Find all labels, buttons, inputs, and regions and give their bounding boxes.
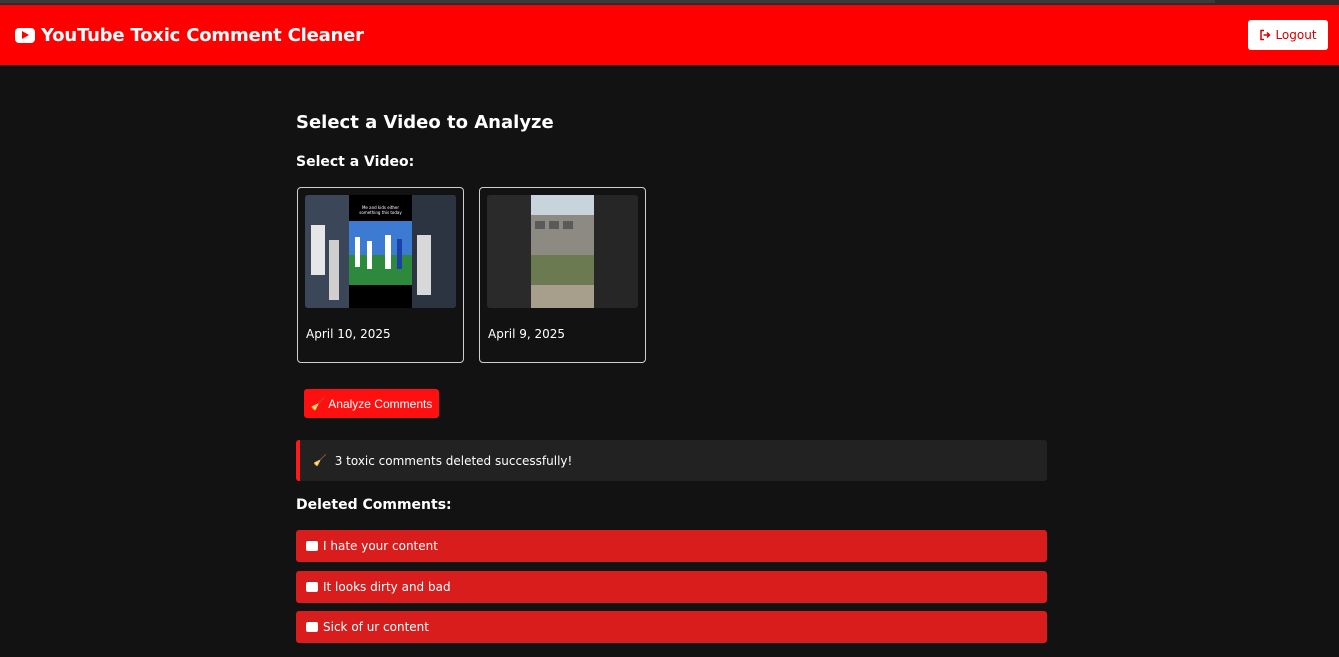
app-header: YouTube Toxic Comment Cleaner Logout bbox=[0, 5, 1339, 65]
deleted-comment-item: It looks dirty and bad bbox=[296, 570, 1047, 603]
success-alert: 🧹 3 toxic comments deleted successfully! bbox=[296, 440, 1047, 481]
logout-label: Logout bbox=[1275, 28, 1317, 42]
deleted-comment-item: Sick of ur content bbox=[296, 611, 1047, 643]
deleted-comment-text: I hate your content bbox=[323, 539, 438, 553]
alert-text: 3 toxic comments deleted successfully! bbox=[334, 453, 573, 468]
analyze-comments-button[interactable]: 🧹 Analyze Comments bbox=[304, 389, 439, 418]
logout-button[interactable]: Logout bbox=[1248, 20, 1328, 50]
video-card[interactable]: Me and kids either something this today … bbox=[297, 187, 464, 363]
speech-bubble-icon bbox=[306, 536, 318, 551]
speech-bubble-icon bbox=[306, 617, 318, 632]
video-card[interactable]: April 9, 2025 bbox=[479, 187, 646, 363]
logout-icon bbox=[1260, 29, 1272, 41]
video-thumbnail bbox=[487, 195, 638, 308]
app-title: YouTube Toxic Comment Cleaner bbox=[41, 24, 364, 46]
video-date: April 10, 2025 bbox=[306, 327, 391, 341]
deleted-comment-item: I hate your content bbox=[296, 530, 1047, 562]
deleted-comment-text: Sick of ur content bbox=[323, 620, 429, 634]
speech-bubble-icon bbox=[306, 577, 318, 592]
video-date: April 9, 2025 bbox=[488, 327, 566, 341]
youtube-icon bbox=[15, 27, 35, 43]
broom-icon: 🧹 bbox=[313, 454, 327, 467]
thumbnail-image: Me and kids either something this today bbox=[305, 195, 456, 308]
deleted-comment-text: It looks dirty and bad bbox=[323, 579, 451, 594]
deleted-comments-list: I hate your content It looks dirty and b… bbox=[296, 530, 1047, 652]
deleted-comments-title: Deleted Comments: bbox=[296, 497, 452, 513]
svg-text:something this today: something this today bbox=[359, 210, 402, 215]
video-thumbnail: Me and kids either something this today bbox=[305, 195, 456, 308]
browser-tab-strip bbox=[0, 0, 1215, 3]
brand: YouTube Toxic Comment Cleaner bbox=[15, 25, 364, 46]
page-title: Select a Video to Analyze bbox=[296, 112, 554, 133]
select-video-label: Select a Video: bbox=[296, 154, 415, 170]
thumbnail-image bbox=[487, 195, 638, 308]
